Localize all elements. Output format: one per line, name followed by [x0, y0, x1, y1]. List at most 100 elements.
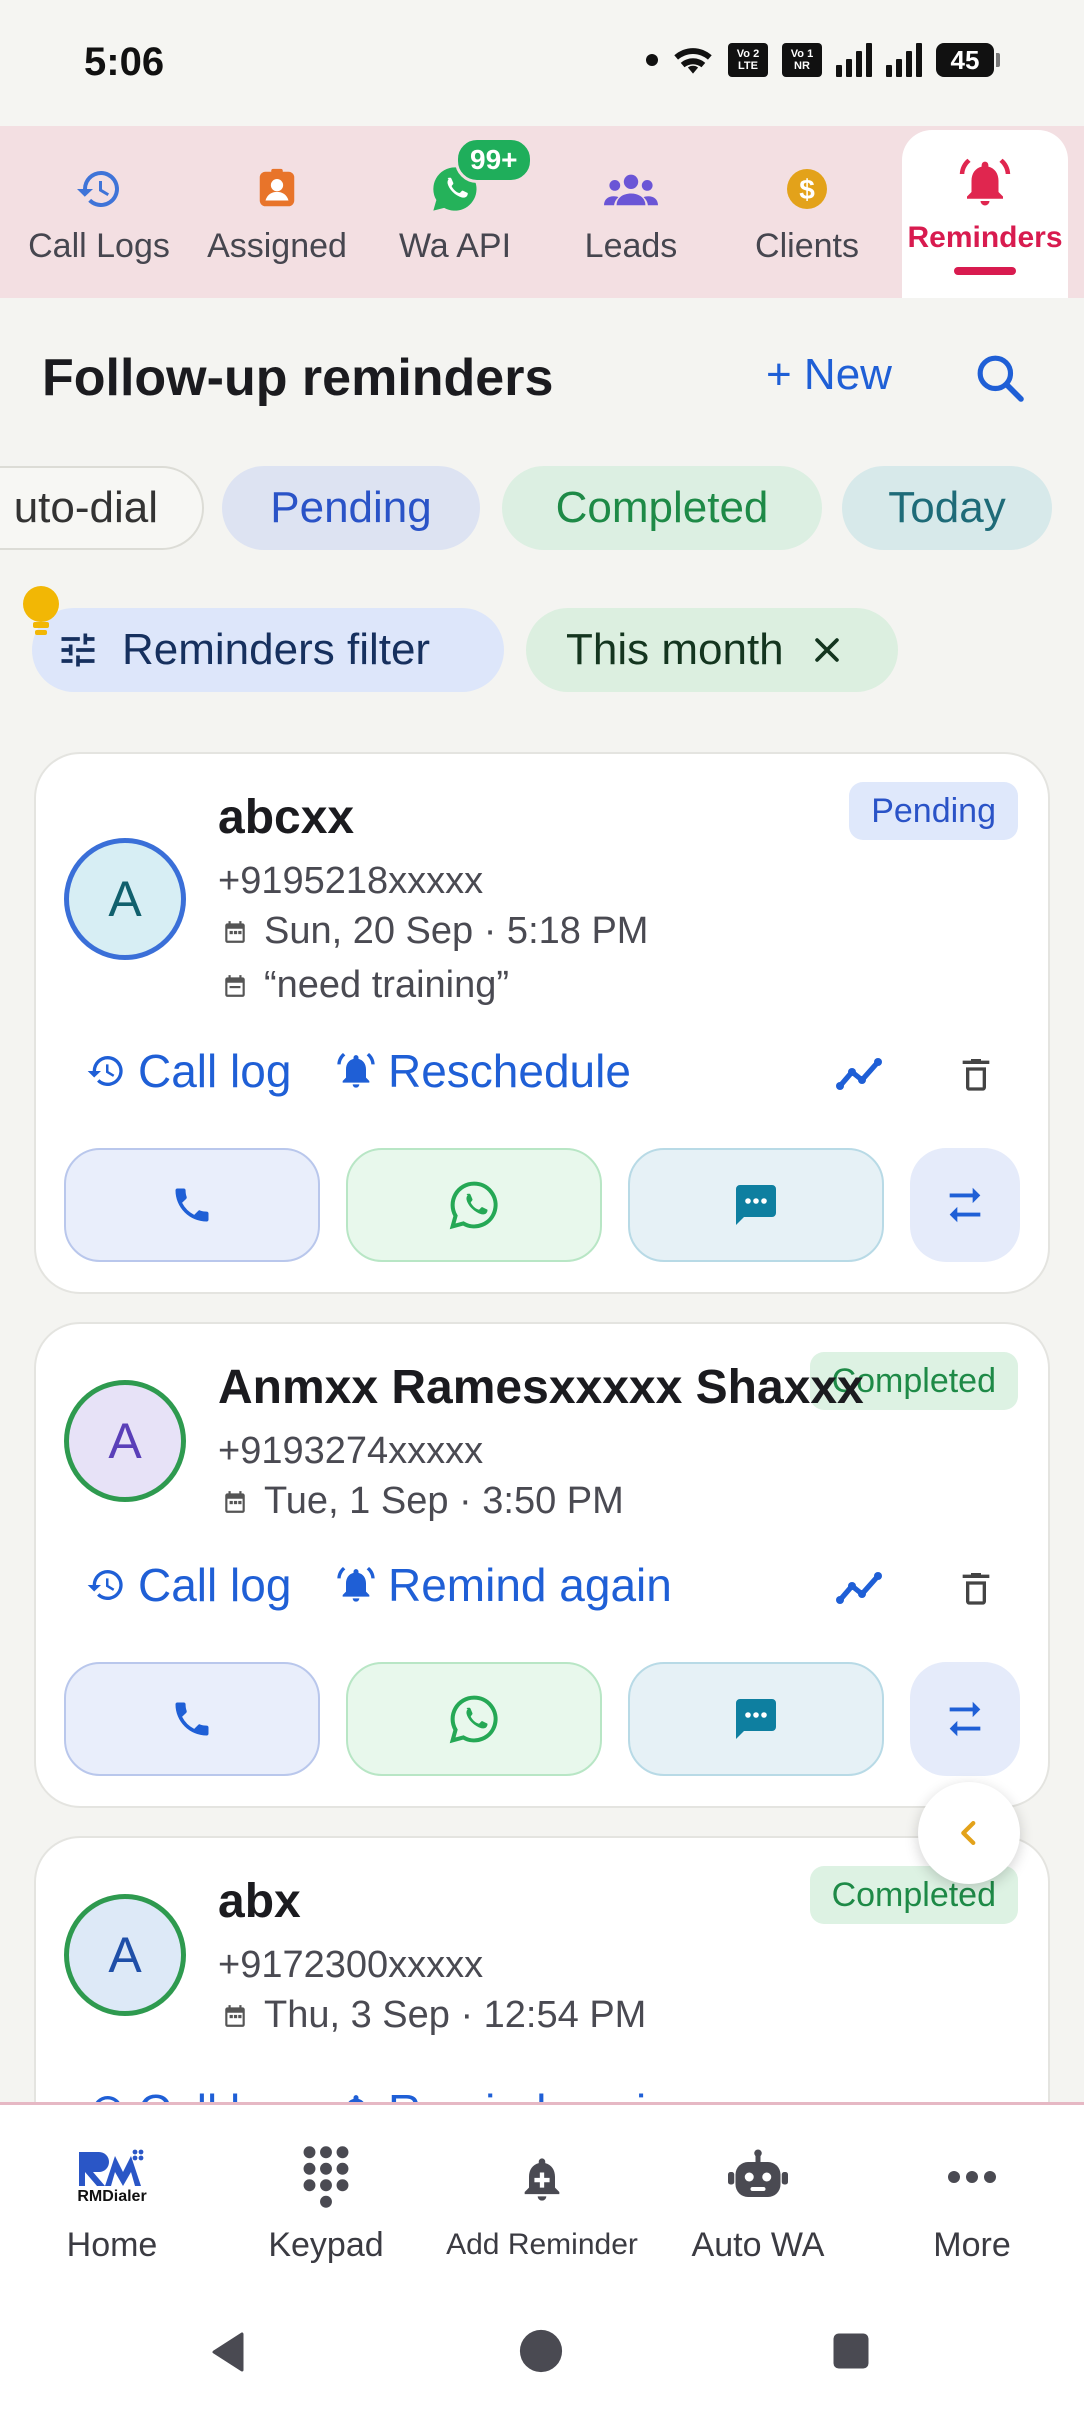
tab-label: Clients [755, 226, 859, 265]
remind-again-link[interactable]: Remind again [336, 1558, 672, 1612]
tab-call-logs[interactable]: Call Logs [8, 126, 190, 298]
status-badge: Pending [849, 782, 1018, 840]
tab-label: Assigned [207, 226, 347, 265]
back-icon[interactable] [206, 2328, 254, 2376]
phone-icon [175, 1702, 209, 1736]
this-month-filter-chip[interactable]: This month [526, 608, 898, 692]
reminder-datetime-text: Thu, 3 Sep · 12:54 PM [264, 1994, 647, 2036]
sms-button[interactable] [628, 1148, 884, 1262]
nav-label: More [933, 2225, 1011, 2264]
home-icon[interactable] [518, 2328, 564, 2374]
chip-completed[interactable]: Completed [502, 466, 822, 550]
trend-icon[interactable] [836, 1562, 888, 1614]
reminder-datetime: Sun, 20 Sep · 5:18 PM [222, 910, 648, 953]
contact-phone: +9193274xxxxx [218, 1430, 484, 1472]
more-icon [937, 2142, 1007, 2212]
avatar: A [64, 838, 186, 960]
delete-icon[interactable] [950, 1562, 1002, 1614]
top-tab-bar: Call Logs Assigned 99+ Wa API Leads $ Cl… [0, 126, 1084, 298]
reminders-filter-label: Reminders filter [122, 625, 431, 674]
wifi-icon [674, 48, 712, 74]
battery-icon: 45 [936, 43, 1000, 77]
robot-icon [723, 2142, 793, 2212]
call-button[interactable] [64, 1148, 320, 1262]
reminder-datetime-text: Tue, 1 Sep · 3:50 PM [264, 1480, 624, 1522]
search-button[interactable] [972, 350, 1028, 406]
nav-home[interactable]: RMDialer Home [24, 2105, 200, 2301]
close-icon[interactable] [810, 633, 844, 667]
recents-icon[interactable] [830, 2330, 872, 2372]
new-reminder-button[interactable]: + New [766, 350, 892, 400]
whatsapp-button[interactable] [346, 1148, 602, 1262]
tab-clients[interactable]: $ Clients [724, 126, 890, 298]
system-navigation-bar [0, 2298, 1084, 2412]
transfer-button[interactable] [910, 1148, 1020, 1262]
volte-nr-icon: Vo 1 NR [782, 43, 822, 77]
tab-reminders[interactable]: Reminders [902, 130, 1068, 298]
remind-again-label: Remind again [388, 1559, 672, 1611]
reminders-filter-button[interactable]: Reminders filter [32, 608, 504, 692]
avatar: A [64, 1894, 186, 2016]
transfer-button[interactable] [910, 1662, 1020, 1776]
call-log-label: Call log [138, 1559, 292, 1611]
tab-leads[interactable]: Leads [548, 126, 714, 298]
contact-name: Anmxx Ramesxxxxx Shaxxx [218, 1361, 864, 1414]
collapse-side-button[interactable] [918, 1782, 1020, 1884]
add-alarm-icon [507, 2144, 577, 2214]
volte-lte-icon: Vo 2 LTE [728, 43, 768, 77]
dollar-icon: $ [777, 159, 837, 219]
notification-dot-icon [646, 54, 658, 66]
whatsapp-button[interactable] [346, 1662, 602, 1776]
reminder-card[interactable]: A abcxx +9195218xxxxx Sun, 20 Sep · 5:18… [34, 752, 1050, 1294]
battery-level: 45 [936, 43, 994, 77]
chip-today[interactable]: Today [842, 466, 1052, 550]
swap-icon [949, 1187, 981, 1223]
whatsapp-icon [449, 1181, 498, 1230]
status-time: 5:06 [84, 40, 165, 84]
keypad-icon [291, 2142, 361, 2212]
call-button[interactable] [64, 1662, 320, 1776]
history-icon [69, 159, 129, 219]
reminder-datetime: Tue, 1 Sep · 3:50 PM [222, 1480, 624, 1523]
trend-icon[interactable] [836, 1048, 888, 1100]
reschedule-link[interactable]: Reschedule [336, 1044, 631, 1098]
call-log-link[interactable]: Call log [86, 1558, 291, 1612]
chip-auto-dial[interactable]: uto-dial [0, 466, 204, 550]
call-log-label: Call log [138, 1045, 292, 1097]
contact-phone: +9195218xxxxx [218, 860, 484, 902]
alarm-bell-icon [955, 153, 1015, 213]
contact-name: abcxx [218, 791, 355, 844]
nav-auto-wa[interactable]: Auto WA [672, 2105, 844, 2301]
group-icon [601, 159, 661, 219]
swap-icon [949, 1701, 981, 1737]
sms-button[interactable] [628, 1662, 884, 1776]
delete-icon[interactable] [950, 1048, 1002, 1100]
nav-add-reminder[interactable]: Add Reminder [432, 2105, 652, 2301]
status-bar: 5:06 Vo 2 LTE Vo 1 NR 45 [0, 0, 1084, 126]
call-log-link[interactable]: Call log [86, 1044, 291, 1098]
contact-phone: +9172300xxxxx [218, 1944, 484, 1986]
nav-keypad[interactable]: Keypad [236, 2105, 416, 2301]
lightbulb-icon [20, 586, 62, 638]
tab-wa-api[interactable]: 99+ Wa API [372, 126, 538, 298]
search-icon [977, 355, 1024, 402]
reminder-note-text: “need training” [264, 964, 510, 1006]
chip-pending[interactable]: Pending [222, 466, 480, 550]
nav-more[interactable]: More [884, 2105, 1060, 2301]
active-tab-indicator [954, 267, 1016, 275]
reminder-card[interactable]: A Completed Anmxx Ramesxxxxx Shaxxx +919… [34, 1322, 1050, 1808]
whatsapp-icon: 99+ [425, 136, 533, 219]
svg-text:$: $ [799, 174, 815, 205]
tab-label: Leads [584, 226, 678, 265]
tab-assigned[interactable]: Assigned [194, 126, 360, 298]
history-icon [87, 1056, 123, 1086]
alarm-icon [337, 1053, 375, 1088]
page-title: Follow-up reminders [42, 349, 554, 407]
reschedule-label: Reschedule [388, 1045, 631, 1097]
message-icon [736, 1185, 776, 1225]
signal-2-icon [886, 43, 922, 77]
phone-icon [175, 1188, 209, 1222]
wa-api-badge: 99+ [455, 136, 533, 183]
chevron-left-icon [961, 1820, 976, 1846]
history-icon [87, 1570, 123, 1600]
